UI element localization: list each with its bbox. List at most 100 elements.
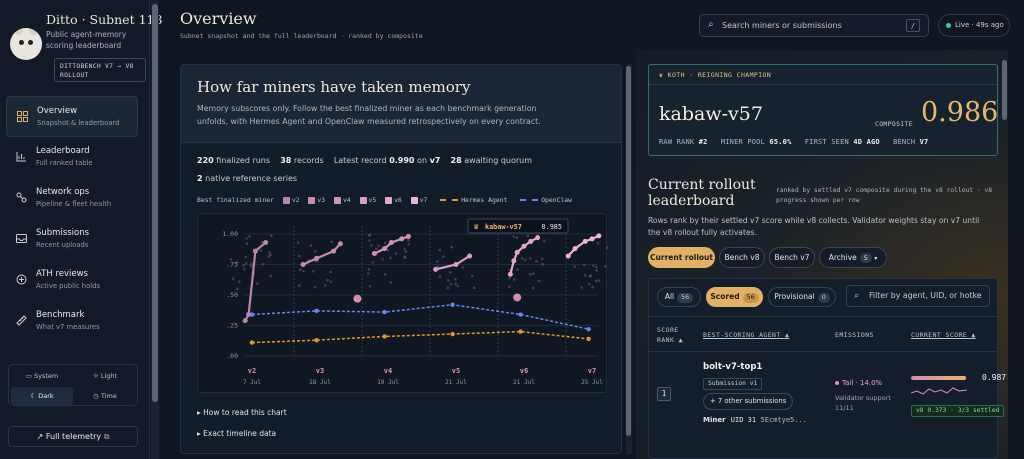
scatter-point [255, 282, 259, 285]
legend-openclaw[interactable]: OpenClaw [516, 196, 572, 204]
theme-system-button[interactable]: ▭ System [11, 367, 73, 385]
inbox-icon [16, 233, 27, 244]
scatter-point [542, 239, 546, 243]
koth-tag-label: KOTH · REIGNING CHAMPION [667, 71, 772, 79]
hermes-agent-point [314, 337, 319, 343]
x-date-label: 19 Jul [377, 379, 399, 386]
legend-v2[interactable]: v2 [282, 196, 300, 204]
col-emissions[interactable]: EMISSIONS [835, 330, 874, 340]
scatter-point [442, 255, 445, 259]
search-icon: ⌕ [854, 291, 860, 301]
memory-progress-card: How far miners have taken memory Memory … [180, 64, 622, 454]
theme-light-button[interactable]: ☼ Light [74, 367, 136, 385]
best-miner-point [453, 262, 459, 267]
other-submissions-button[interactable]: + 7 other submissions [703, 393, 794, 410]
best-miner-point [382, 246, 388, 252]
bench-value: V7 [919, 138, 929, 146]
miner-pool-value: 65.0% [769, 138, 792, 146]
filter-label: Provisional [774, 292, 815, 301]
koth-meta: RAW RANK #2 MINER POOL 65.0% FIRST SEEN … [659, 138, 928, 146]
legend-hermes[interactable]: Hermes Agent [436, 196, 507, 204]
theme-switcher: ▭ System ☼ Light ☾ Dark ◷ Time [8, 364, 138, 406]
scatter-point [438, 248, 442, 252]
network-icon [16, 192, 27, 203]
sidebar-scrollbar[interactable] [151, 0, 159, 459]
sidebar-item-title: Overview [37, 106, 78, 116]
full-telemetry-link[interactable]: ↗ Full telemetry ⧉ [8, 426, 138, 447]
card-scrollbar[interactable] [626, 64, 632, 454]
agent-name[interactable]: bolt-v7-top1 [703, 362, 762, 372]
best-miner-point [371, 251, 377, 257]
leaderboard-description: Rows rank by their settled v7 score whil… [648, 216, 980, 237]
sidebar-item-ath-reviews[interactable]: ATH reviews Active public holds [6, 260, 138, 301]
best-miner-line [435, 255, 471, 271]
scrollbar-thumb[interactable] [1002, 60, 1007, 120]
how-to-read-toggle[interactable]: ▸ How to read this chart [197, 408, 287, 417]
theme-dark-button[interactable]: ☾ Dark [11, 387, 73, 405]
sidebar-item-benchmark[interactable]: Benchmark What v7 measures [6, 301, 138, 342]
filter-all[interactable]: All 56 [657, 287, 701, 307]
legend-v7[interactable]: v7 [410, 196, 427, 204]
scatter-point [447, 279, 450, 282]
scatter-point [516, 268, 519, 271]
legend-v4[interactable]: v4 [333, 196, 351, 204]
scatter-point [323, 284, 327, 287]
external-link-icon: ⧉ [103, 432, 110, 441]
koth-card[interactable]: ♛ KOTH · REIGNING CHAMPION kabaw-v57 COM… [648, 64, 998, 156]
raw-rank-label: RAW RANK [659, 138, 695, 146]
scrollbar-thumb[interactable] [152, 4, 158, 402]
sidebar-item-overview[interactable]: Overview Snapshot & leaderboard [6, 96, 138, 137]
timeline-data-toggle[interactable]: ▸ Exact timeline data [197, 429, 276, 438]
best-miner-point [511, 258, 517, 264]
legend-best: Best finalized miner [197, 196, 274, 204]
scrollbar-thumb[interactable] [626, 66, 631, 436]
scatter-point [606, 246, 609, 249]
sidebar-item-subtitle: What v7 measures [36, 323, 100, 331]
table-row[interactable]: 1 bolt-v7-top1 Submission v1 + 7 other s… [649, 353, 1006, 424]
scatter-point [229, 258, 233, 261]
tab-archive[interactable]: Archive 5 ▾ [819, 247, 887, 268]
right-scrollbar[interactable] [1002, 60, 1008, 440]
sidebar-item-submissions[interactable]: Submissions Recent uploads [6, 219, 138, 260]
legend-dash [440, 199, 459, 201]
legend-v6[interactable]: v6 [385, 196, 402, 204]
sidebar-item-leaderboard[interactable]: Leaderboard Full ranked table [6, 137, 138, 178]
scatter-point [259, 249, 263, 252]
memory-chart[interactable]: 1.00.75.50.25.00 v2 7 Jul v3 18 Jul v4 19 Jul v… [197, 213, 614, 393]
grid-icon [17, 111, 28, 122]
miner-hotkey[interactable]: 5Ecmtye5... [761, 416, 807, 424]
best-miner-point [535, 235, 541, 241]
score-sparkline [911, 387, 967, 395]
search-input[interactable]: ⌕ Search miners or submissions / [699, 14, 929, 37]
scatter-point [523, 258, 527, 262]
filter-provisional[interactable]: Provisional 0 [768, 287, 836, 307]
best-miner-point [300, 262, 306, 267]
tooltip-name: kabaw-v57 [485, 223, 522, 231]
legend-v3[interactable]: v3 [308, 196, 325, 204]
sidebar-item-subtitle: Snapshot & leaderboard [37, 119, 120, 127]
search-icon: ⌕ [708, 19, 714, 30]
page-subtitle: Subnet snapshot and the full leaderboard… [180, 32, 423, 40]
tab-current-rollout[interactable]: Current rollout [648, 247, 715, 268]
legend-v5[interactable]: v5 [359, 196, 376, 204]
agent-filter-input[interactable]: ⌕ Filter by agent, UID, or hotke [846, 285, 990, 307]
col-current-score[interactable]: CURRENT SCORE ▲ [911, 330, 976, 340]
legend-label: OpenClaw [541, 196, 572, 204]
scatter-point [314, 249, 317, 253]
col-score-rank[interactable]: SCORE RANK ▲ [657, 325, 683, 345]
scatter-point [449, 271, 452, 274]
theme-time-button[interactable]: ◷ Time [74, 387, 136, 405]
scatter-point [454, 277, 457, 281]
col-agent[interactable]: BEST-SCORING AGENT ▲ [703, 330, 789, 340]
sidebar: Ditto · Subnet 118 Public agent-memory s… [0, 0, 162, 459]
sidebar-item-network-ops[interactable]: Network ops Pipeline & fleet health [6, 178, 138, 219]
tab-bench-v7[interactable]: Bench v7 [769, 247, 815, 268]
theme-light-label: Light [100, 372, 118, 380]
theme-time-label: Time [100, 392, 117, 400]
filter-label: Scored [710, 292, 740, 301]
tab-bench-v8[interactable]: Bench v8 [719, 247, 765, 268]
card-header: How far miners have taken memory Memory … [181, 65, 621, 143]
scatter-point [329, 280, 332, 283]
filter-scored[interactable]: Scored 56 [706, 287, 763, 307]
live-status-text: Live · 49s ago [955, 21, 1004, 29]
